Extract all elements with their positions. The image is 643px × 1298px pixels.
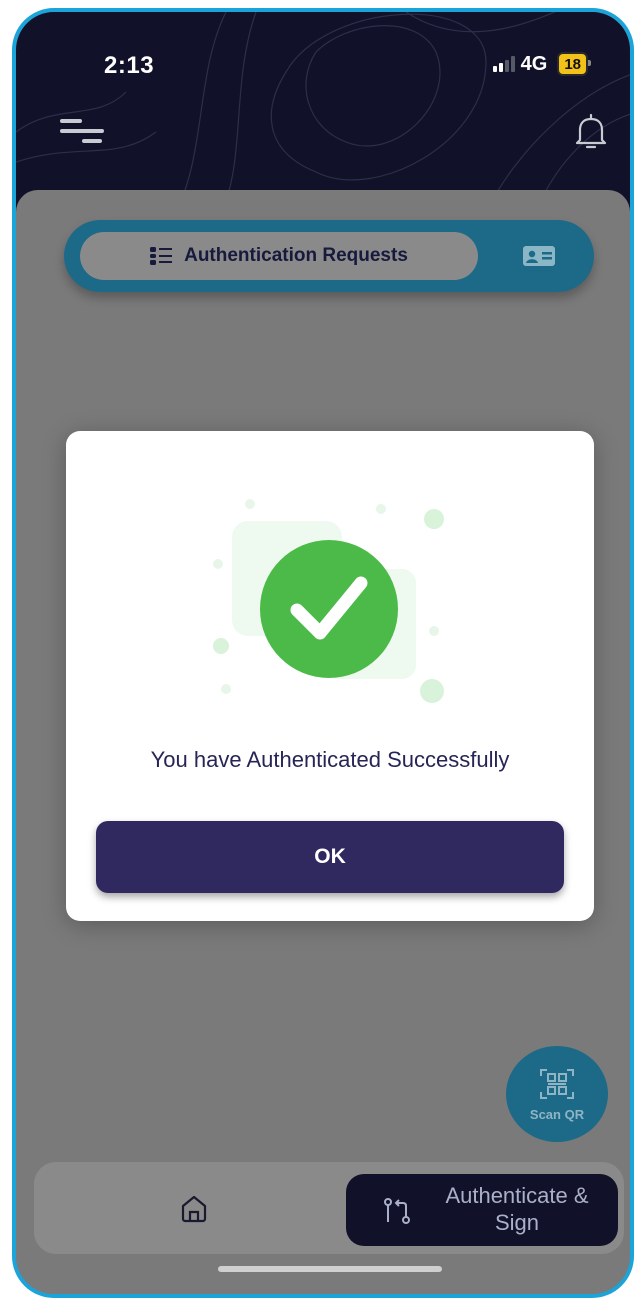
scan-qr-button[interactable]: Scan QR — [506, 1046, 608, 1142]
success-message: You have Authenticated Successfully — [150, 747, 510, 772]
phone-screen: 2:13 4G 18 Authentication Requests Scan … — [12, 8, 634, 1298]
authenticate-sign-label: Authenticate & Sign — [445, 1183, 589, 1235]
header-pattern — [16, 12, 630, 212]
hamburger-menu-icon[interactable] — [60, 119, 106, 149]
check-circle-icon — [213, 499, 444, 703]
bell-icon[interactable] — [574, 112, 608, 152]
tab-bar: Authentication Requests — [64, 220, 594, 292]
success-dialog: You have Authenticated Successfully OK — [66, 431, 594, 921]
status-indicators: 4G 18 — [492, 52, 591, 76]
list-icon — [150, 247, 173, 265]
bottom-nav: Authenticate & Sign — [34, 1162, 624, 1254]
qr-scan-icon — [540, 1068, 574, 1099]
id-card-icon[interactable] — [522, 242, 556, 270]
status-time: 2:13 — [104, 52, 155, 79]
signal-icon — [492, 56, 515, 72]
battery-level: 18 — [564, 55, 581, 73]
git-compare-icon — [384, 1198, 410, 1224]
ok-button[interactable]: OK — [96, 821, 564, 893]
tab-authentication-requests[interactable]: Authentication Requests — [80, 232, 478, 280]
home-indicator — [218, 1266, 442, 1272]
home-icon[interactable] — [176, 1190, 212, 1226]
battery-icon: 18 — [557, 52, 591, 76]
app-header: 2:13 4G 18 — [16, 12, 630, 212]
scan-qr-label: Scan QR — [529, 1106, 585, 1122]
tab-label: Authentication Requests — [184, 245, 408, 266]
network-label: 4G — [520, 52, 548, 75]
authenticate-sign-button[interactable]: Authenticate & Sign — [346, 1174, 618, 1246]
